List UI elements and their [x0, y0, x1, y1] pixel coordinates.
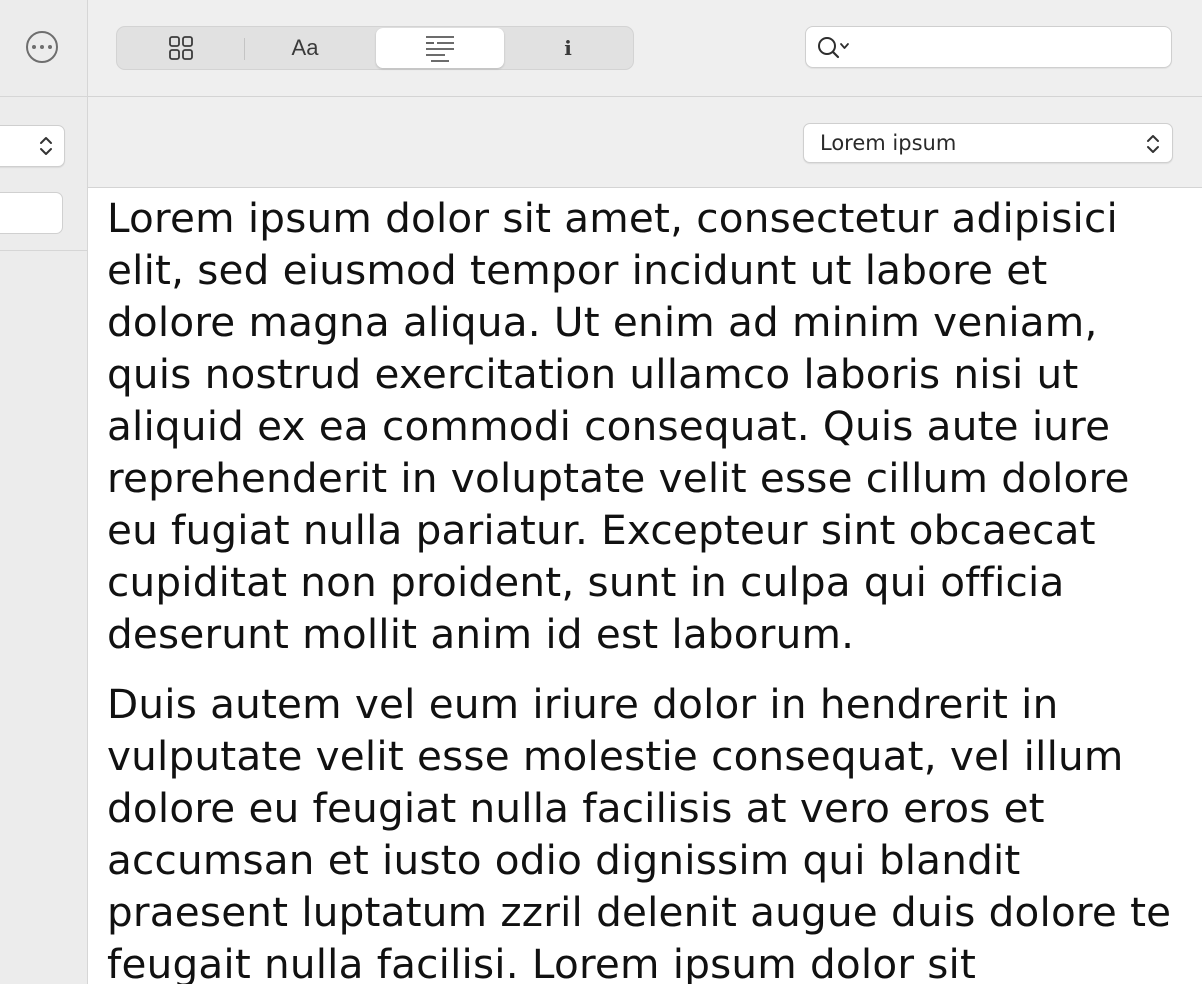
toolbar: Aa i	[88, 0, 1202, 97]
document-editor[interactable]: Lorem ipsum dolor sit amet, consectetur …	[88, 188, 1202, 984]
paragraph[interactable]: Lorem ipsum dolor sit amet, consectetur …	[107, 192, 1187, 660]
segment-divider	[244, 38, 245, 60]
chevron-updown-icon	[40, 137, 52, 155]
app-window: Aa i Lorem ipsum Lorem ipsum dolor sit a…	[0, 0, 1202, 984]
font-segment-label: Aa	[291, 35, 319, 60]
divider	[0, 96, 87, 97]
document-body[interactable]: Lorem ipsum dolor sit amet, consectetur …	[107, 192, 1187, 984]
paragraph-style-label: Lorem ipsum	[820, 131, 957, 155]
segment-layout[interactable]	[125, 28, 237, 68]
paragraph-format-icon	[426, 36, 454, 62]
left-text-field[interactable]	[0, 192, 63, 234]
segment-paragraph[interactable]	[376, 28, 504, 68]
left-popup-button[interactable]	[0, 125, 65, 167]
search-input[interactable]	[852, 33, 1156, 63]
inspector-segmented-control: Aa i	[116, 26, 634, 70]
grid-icon	[169, 36, 193, 60]
format-bar: Lorem ipsum	[88, 97, 1202, 188]
divider	[0, 250, 87, 251]
paragraph-style-popup[interactable]: Lorem ipsum	[803, 123, 1173, 163]
more-options-icon[interactable]	[26, 31, 58, 63]
chevron-updown-icon	[1147, 135, 1159, 153]
paragraph[interactable]: Duis autem vel eum iriure dolor in hendr…	[107, 678, 1187, 984]
info-segment-label: i	[564, 36, 572, 60]
main-pane: Aa i Lorem ipsum Lorem ipsum dolor sit a…	[88, 0, 1202, 984]
left-sidebar	[0, 0, 88, 984]
search-icon	[818, 37, 849, 59]
segment-font[interactable]: Aa	[248, 28, 362, 68]
segment-info[interactable]: i	[509, 28, 627, 68]
search-field[interactable]	[805, 26, 1172, 68]
